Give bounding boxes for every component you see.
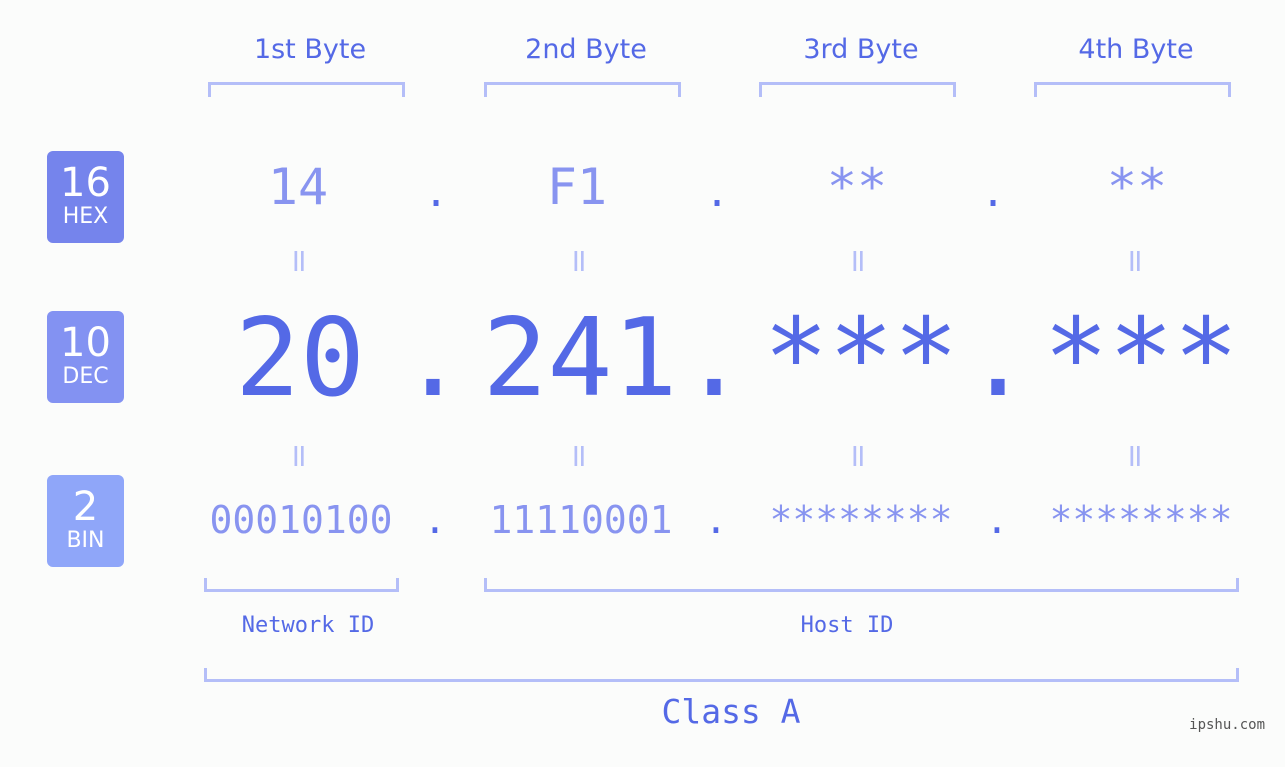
bin-byte-4: ******** <box>1049 498 1233 542</box>
dec-separator-1: . <box>400 296 466 421</box>
byte-bracket-3 <box>759 82 956 97</box>
host-id-label: Host ID <box>800 613 894 638</box>
byte-header-4: 4th Byte <box>1078 34 1194 65</box>
hex-badge: 16 HEX <box>47 151 124 243</box>
watermark: ipshu.com <box>1189 717 1265 733</box>
equals-dec-bin-4: = <box>1117 442 1155 470</box>
dec-separator-3: . <box>965 296 1031 421</box>
hex-byte-2: F1 <box>546 158 608 216</box>
equals-hex-dec-3: = <box>840 247 878 275</box>
equals-dec-bin-3: = <box>840 442 878 470</box>
dec-badge: 10 DEC <box>47 311 124 403</box>
host-id-bracket <box>484 578 1239 592</box>
equals-hex-dec-1: = <box>281 247 319 275</box>
bin-base-name: BIN <box>66 528 105 553</box>
dec-base-number: 10 <box>60 320 111 366</box>
equals-dec-bin-1: = <box>281 442 319 470</box>
hex-base-name: HEX <box>62 204 109 229</box>
bin-byte-1: 00010100 <box>209 498 393 542</box>
hex-byte-1: 14 <box>267 158 329 216</box>
dec-byte-1: 20 <box>234 296 366 421</box>
byte-header-1: 1st Byte <box>253 34 367 65</box>
dec-separator-2: . <box>681 296 747 421</box>
byte-bracket-2 <box>484 82 681 97</box>
class-bracket <box>204 668 1239 682</box>
bin-byte-2: 11110001 <box>489 498 673 542</box>
hex-separator-3: . <box>980 170 1006 216</box>
byte-bracket-1 <box>208 82 405 97</box>
network-id-bracket <box>204 578 399 592</box>
equals-hex-dec-4: = <box>1117 247 1155 275</box>
byte-header-3: 3rd Byte <box>803 34 919 65</box>
bin-byte-3: ******** <box>769 498 953 542</box>
hex-separator-2: . <box>704 170 730 216</box>
dec-byte-4: *** <box>1043 296 1239 421</box>
byte-header-2: 2nd Byte <box>525 34 647 65</box>
hex-base-number: 16 <box>60 160 111 206</box>
bin-base-number: 2 <box>72 484 99 530</box>
dec-byte-2: 241 <box>482 296 678 421</box>
bin-badge: 2 BIN <box>47 475 124 567</box>
equals-dec-bin-2: = <box>561 442 599 470</box>
bin-separator-1: . <box>423 498 447 542</box>
equals-hex-dec-2: = <box>561 247 599 275</box>
bin-separator-3: . <box>985 498 1009 542</box>
byte-bracket-4 <box>1034 82 1231 97</box>
bin-separator-2: . <box>704 498 728 542</box>
dec-byte-3: *** <box>763 296 959 421</box>
hex-separator-1: . <box>423 170 449 216</box>
network-id-label: Network ID <box>241 613 375 638</box>
hex-byte-3: ** <box>826 158 888 216</box>
class-label: Class A <box>661 692 801 731</box>
hex-byte-4: ** <box>1106 158 1168 216</box>
dec-base-name: DEC <box>62 364 109 389</box>
